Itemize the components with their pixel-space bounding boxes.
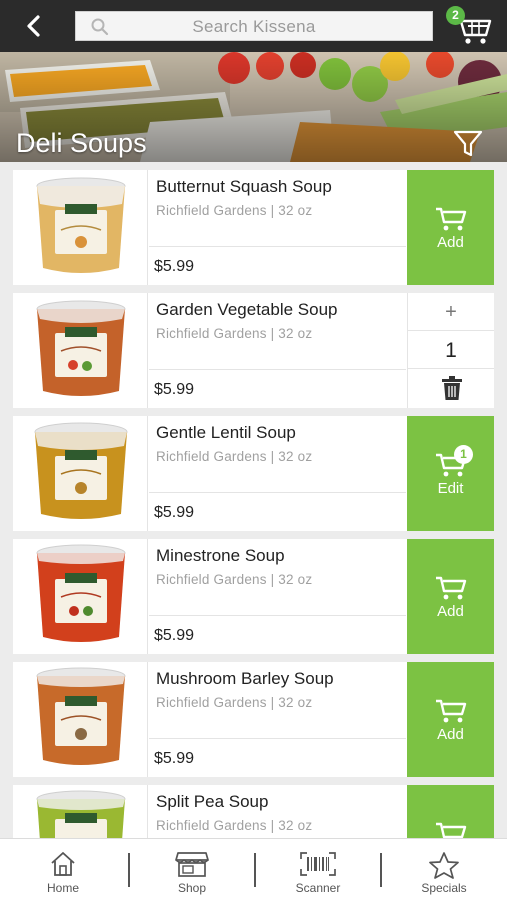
product-price: $5.99 — [154, 381, 195, 398]
product-brand-size: Richfield Gardens | 32 oz — [156, 818, 313, 833]
barcode-icon — [300, 852, 336, 876]
product-brand-size: Richfield Gardens | 32 oz — [156, 695, 313, 710]
add-label: Add — [437, 234, 464, 251]
nav-shop[interactable]: Shop — [129, 839, 255, 900]
edit-label: Edit — [437, 480, 464, 497]
trash-icon[interactable] — [441, 376, 463, 401]
increase-quantity-button[interactable]: + — [408, 293, 494, 331]
product-info: Butternut Squash Soup Richfield Gardens … — [149, 170, 406, 285]
product-brand-size: Richfield Gardens | 32 oz — [156, 203, 313, 218]
divider — [149, 492, 406, 493]
search-placeholder: Search Kissena — [192, 17, 316, 36]
nav-specials[interactable]: Specials — [381, 839, 507, 900]
shop-icon — [175, 852, 209, 877]
product-name[interactable]: Garden Vegetable Soup — [156, 300, 337, 320]
product-name[interactable]: Mushroom Barley Soup — [156, 669, 334, 689]
product-image — [13, 539, 148, 654]
nav-scanner-label: Scanner — [295, 881, 341, 895]
product-image — [13, 170, 148, 285]
category-title: Deli Soups — [16, 128, 147, 158]
product-image — [13, 293, 148, 408]
product-brand-size: Richfield Gardens | 32 oz — [156, 449, 313, 464]
nav-specials-label: Specials — [421, 881, 467, 895]
in-cart-count-badge: 1 — [454, 445, 473, 464]
cart-button[interactable]: 2 — [446, 6, 494, 46]
product-card[interactable]: Garden Vegetable Soup Richfield Gardens … — [13, 293, 494, 408]
cart-icon — [436, 576, 467, 600]
filter-icon[interactable] — [452, 128, 484, 158]
product-card[interactable]: Minestrone Soup Richfield Gardens | 32 o… — [13, 539, 494, 654]
product-card[interactable]: Gentle Lentil Soup Richfield Gardens | 3… — [13, 416, 494, 531]
back-icon[interactable] — [18, 10, 50, 42]
add-to-cart-button[interactable]: Add — [407, 170, 494, 285]
bottom-nav: Home Shop Scanner Specials — [0, 838, 507, 900]
category-banner: Deli Soups — [0, 52, 507, 162]
product-info: Garden Vegetable Soup Richfield Gardens … — [149, 293, 406, 408]
product-info: Gentle Lentil Soup Richfield Gardens | 3… — [149, 416, 406, 531]
product-info: Mushroom Barley Soup Richfield Gardens |… — [149, 662, 406, 777]
cart-icon — [436, 207, 467, 231]
divider — [149, 246, 406, 247]
add-to-cart-button[interactable]: Add — [407, 539, 494, 654]
cart-icon — [436, 699, 467, 723]
edit-cart-button[interactable]: 1 Edit — [407, 416, 494, 531]
nav-home[interactable]: Home — [0, 839, 126, 900]
divider — [149, 615, 406, 616]
product-brand-size: Richfield Gardens | 32 oz — [156, 572, 313, 587]
product-brand-size: Richfield Gardens | 32 oz — [156, 326, 313, 341]
product-price: $5.99 — [154, 750, 195, 767]
product-image — [13, 416, 148, 531]
product-price: $5.99 — [154, 258, 195, 275]
app-screen: Search Kissena 2 Deli Soups Butternut Sq… — [0, 0, 507, 900]
divider — [149, 738, 406, 739]
top-bar: Search Kissena 2 — [0, 0, 507, 52]
product-price: $5.99 — [154, 504, 195, 521]
product-name[interactable]: Split Pea Soup — [156, 792, 268, 812]
home-icon — [51, 852, 75, 876]
divider — [149, 369, 406, 370]
nav-shop-label: Shop — [177, 881, 207, 895]
quantity-stepper: + 1 — [407, 293, 494, 408]
nav-home-label: Home — [46, 881, 79, 895]
add-label: Add — [437, 726, 464, 743]
quantity-value: 1 — [408, 331, 494, 369]
product-name[interactable]: Gentle Lentil Soup — [156, 423, 296, 443]
product-name[interactable]: Butternut Squash Soup — [156, 177, 332, 197]
product-name[interactable]: Minestrone Soup — [156, 546, 285, 566]
product-image — [13, 662, 148, 777]
product-card[interactable]: Butternut Squash Soup Richfield Gardens … — [13, 170, 494, 285]
star-icon — [429, 852, 459, 879]
nav-scanner[interactable]: Scanner — [255, 839, 381, 900]
product-card[interactable]: Mushroom Barley Soup Richfield Gardens |… — [13, 662, 494, 777]
product-info: Minestrone Soup Richfield Gardens | 32 o… — [149, 539, 406, 654]
search-input[interactable]: Search Kissena — [75, 11, 433, 41]
product-price: $5.99 — [154, 627, 195, 644]
add-label: Add — [437, 603, 464, 620]
cart-count-badge: 2 — [446, 6, 465, 25]
add-to-cart-button[interactable]: Add — [407, 662, 494, 777]
